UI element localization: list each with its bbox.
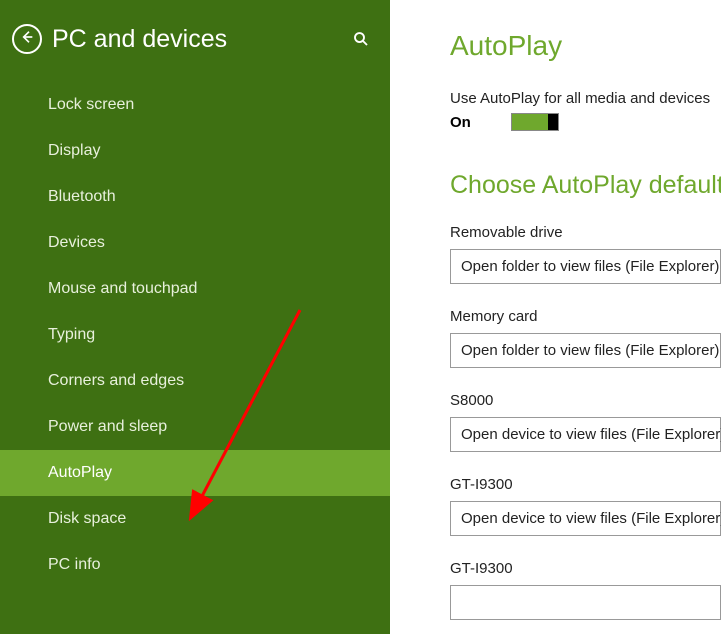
sidebar-item-label: Bluetooth — [48, 188, 116, 205]
nav-list: Lock screen Display Bluetooth Devices Mo… — [0, 82, 390, 588]
device-label: S8000 — [450, 392, 721, 409]
sidebar-item-label: Devices — [48, 234, 105, 251]
toggle-knob — [548, 114, 558, 130]
sidebar-item-label: AutoPlay — [48, 464, 112, 481]
dropdown-value: Open device to view files (File Explorer… — [461, 510, 721, 527]
device-dropdown[interactable]: Open device to view files (File Explorer… — [450, 501, 721, 536]
sidebar-item-label: Disk space — [48, 510, 126, 527]
device-label: Memory card — [450, 308, 721, 325]
device-label: Removable drive — [450, 224, 721, 241]
device-group-removable-drive: Removable drive Open folder to view file… — [450, 224, 721, 284]
device-dropdown[interactable]: Open device to view files (File Explorer… — [450, 417, 721, 452]
sidebar-item-disk-space[interactable]: Disk space — [0, 496, 390, 542]
sidebar-item-label: Mouse and touchpad — [48, 280, 197, 297]
dropdown-value: Open device to view files (File Explorer… — [461, 426, 721, 443]
sidebar-title: PC and devices — [52, 25, 342, 54]
sidebar-item-devices[interactable]: Devices — [0, 220, 390, 266]
sidebar-item-label: Corners and edges — [48, 372, 184, 389]
device-dropdown[interactable]: Open folder to view files (File Explorer… — [450, 333, 721, 368]
device-group-gt-i9300-1: GT-I9300 Open device to view files (File… — [450, 476, 721, 536]
toggle-label: Use AutoPlay for all media and devices — [450, 90, 721, 107]
device-group-gt-i9300-2: GT-I9300 — [450, 560, 721, 620]
device-label: GT-I9300 — [450, 560, 721, 577]
sidebar-item-label: Display — [48, 142, 100, 159]
dropdown-value: Open folder to view files (File Explorer… — [461, 342, 719, 359]
sidebar-item-mouse-and-touchpad[interactable]: Mouse and touchpad — [0, 266, 390, 312]
sidebar-item-typing[interactable]: Typing — [0, 312, 390, 358]
sidebar-item-label: Lock screen — [48, 96, 134, 113]
dropdown-value: Open folder to view files (File Explorer… — [461, 258, 719, 275]
sidebar-item-autoplay[interactable]: AutoPlay — [0, 450, 390, 496]
sidebar-item-display[interactable]: Display — [0, 128, 390, 174]
device-group-s8000: S8000 Open device to view files (File Ex… — [450, 392, 721, 452]
page-title: AutoPlay — [450, 30, 721, 62]
device-group-memory-card: Memory card Open folder to view files (F… — [450, 308, 721, 368]
toggle-row: On — [450, 113, 721, 131]
sidebar-item-label: PC info — [48, 556, 100, 573]
sidebar-item-pc-info[interactable]: PC info — [0, 542, 390, 588]
sidebar-item-corners-and-edges[interactable]: Corners and edges — [0, 358, 390, 404]
arrow-left-icon — [19, 29, 35, 50]
section-title: Choose AutoPlay defaults — [450, 171, 721, 200]
sidebar-header: PC and devices — [0, 0, 390, 82]
content-pane: AutoPlay Use AutoPlay for all media and … — [390, 0, 721, 634]
device-dropdown[interactable]: Open folder to view files (File Explorer… — [450, 249, 721, 284]
sidebar-item-power-and-sleep[interactable]: Power and sleep — [0, 404, 390, 450]
search-icon[interactable] — [352, 30, 370, 48]
sidebar-item-lock-screen[interactable]: Lock screen — [0, 82, 390, 128]
sidebar-item-bluetooth[interactable]: Bluetooth — [0, 174, 390, 220]
autoplay-toggle[interactable] — [511, 113, 559, 131]
sidebar-item-label: Power and sleep — [48, 418, 167, 435]
back-button[interactable] — [12, 24, 42, 54]
sidebar: PC and devices Lock screen Display Bluet… — [0, 0, 390, 634]
device-label: GT-I9300 — [450, 476, 721, 493]
toggle-state: On — [450, 114, 471, 131]
sidebar-item-label: Typing — [48, 326, 95, 343]
device-dropdown[interactable] — [450, 585, 721, 620]
